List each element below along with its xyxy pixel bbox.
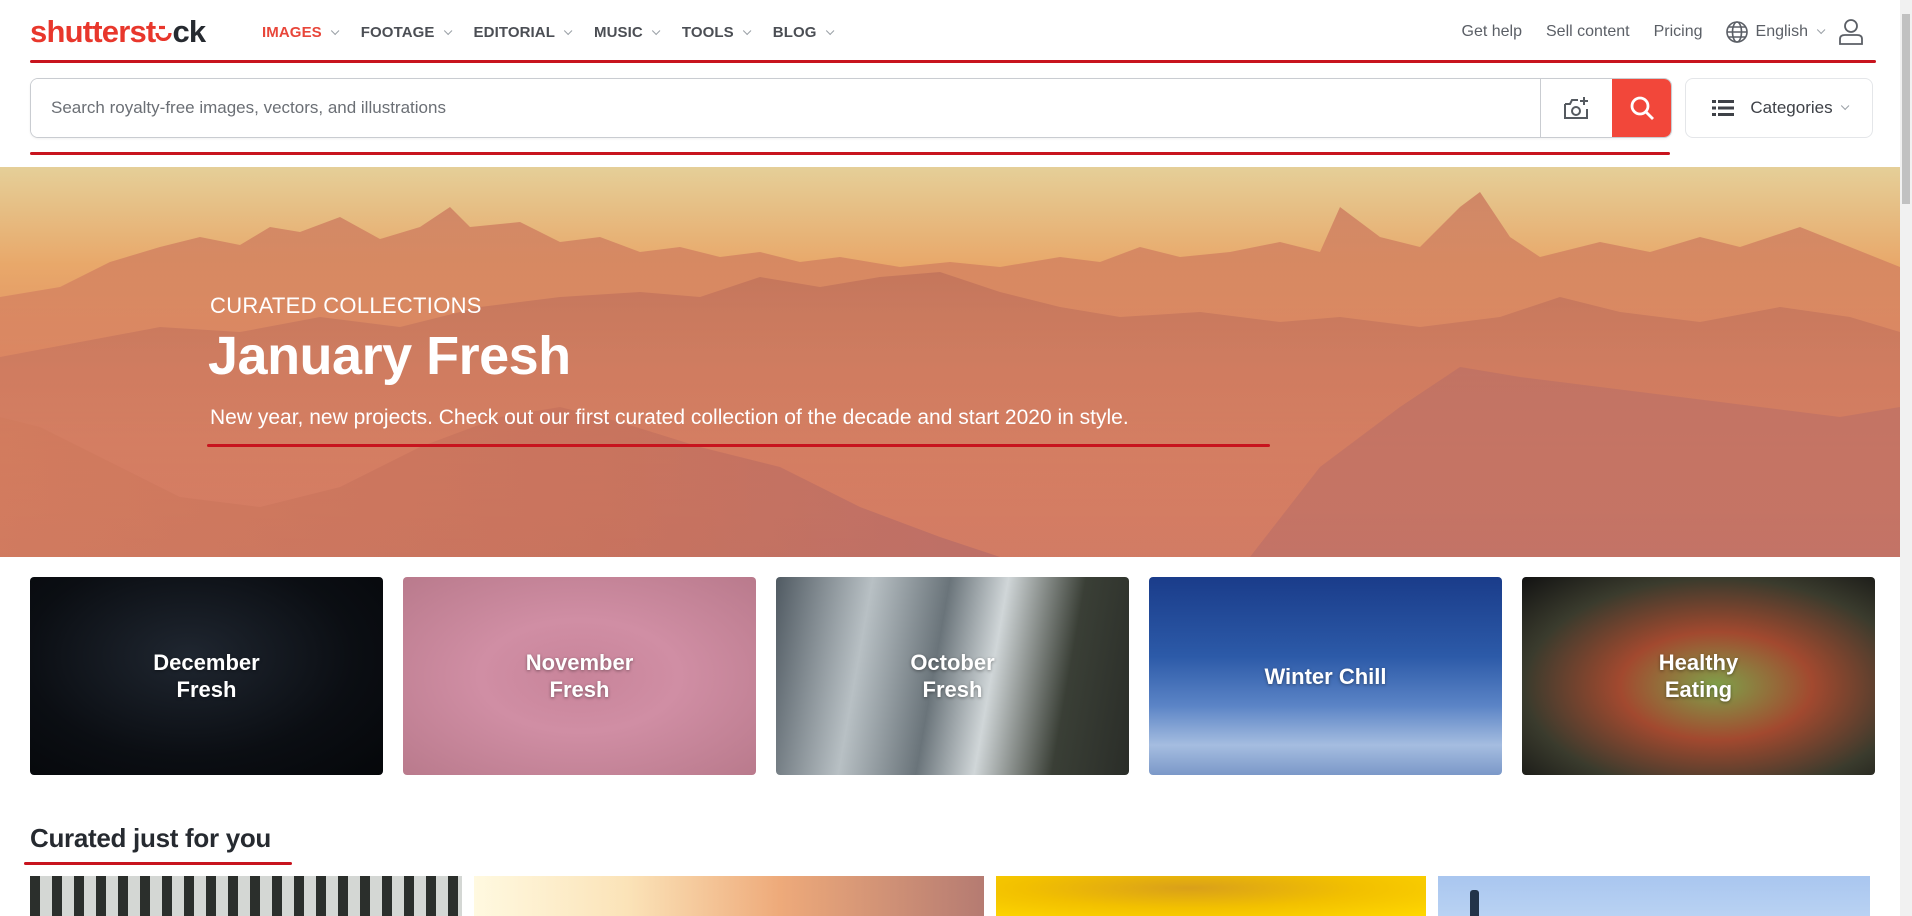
- nav-music-label: MUSIC: [594, 24, 643, 41]
- get-help-link[interactable]: Get help: [1462, 23, 1522, 41]
- chevron-down-icon: [1840, 101, 1849, 111]
- nav-images[interactable]: IMAGES: [262, 24, 340, 41]
- nav-footage[interactable]: FOOTAGE: [360, 24, 452, 41]
- chevron-down-icon: [742, 26, 752, 35]
- curated-thumbnails: [30, 876, 1870, 916]
- search-input[interactable]: [31, 79, 1540, 137]
- collection-card-december-fresh[interactable]: December Fresh: [30, 577, 383, 775]
- list-icon: [1712, 100, 1735, 116]
- image-search-button[interactable]: [1540, 79, 1612, 137]
- logo-text-part1: shutterst: [30, 14, 156, 49]
- collection-card-label: December Fresh: [153, 650, 260, 702]
- nav-blog[interactable]: BLOG: [772, 24, 834, 41]
- collection-card-october-fresh[interactable]: October Fresh: [776, 577, 1129, 775]
- curated-thumbnail[interactable]: [1438, 876, 1870, 916]
- highlight-underline: [30, 60, 1876, 63]
- hero-description: New year, new projects. Check out our fi…: [210, 406, 1129, 429]
- scrollbar-thumb[interactable]: [1902, 14, 1910, 204]
- curated-thumbnail[interactable]: [30, 876, 462, 916]
- nav-images-label: IMAGES: [262, 24, 322, 41]
- nav-blog-label: BLOG: [772, 24, 817, 41]
- language-selector[interactable]: English: [1725, 20, 1826, 44]
- chevron-down-icon: [1816, 25, 1826, 35]
- collection-card-label: Winter Chill: [1264, 663, 1387, 689]
- sell-content-link[interactable]: Sell content: [1546, 23, 1630, 41]
- collection-cards: December Fresh November Fresh October Fr…: [30, 577, 1875, 775]
- search-submit-button[interactable]: [1612, 79, 1671, 137]
- camera-plus-icon: [1563, 97, 1588, 119]
- nav-editorial[interactable]: EDITORIAL: [473, 24, 573, 41]
- hero-banner[interactable]: CURATED COLLECTIONS January Fresh New ye…: [0, 167, 1900, 557]
- curated-thumbnail[interactable]: [474, 876, 984, 916]
- collection-card-healthy-eating[interactable]: Healthy Eating: [1522, 577, 1875, 775]
- nav-music[interactable]: MUSIC: [594, 24, 661, 41]
- collection-card-label: October Fresh: [910, 650, 995, 702]
- collection-card-label: November Fresh: [525, 650, 634, 702]
- top-navigation: shutterst ck IMAGES FOOTAGE EDITORIAL MUS…: [0, 0, 1900, 62]
- chevron-down-icon: [651, 26, 661, 35]
- hero-title[interactable]: January Fresh: [208, 325, 571, 387]
- chevron-down-icon: [563, 26, 573, 35]
- language-label: English: [1755, 23, 1808, 40]
- search-bar: [30, 78, 1672, 138]
- chevron-down-icon: [825, 26, 834, 35]
- shutterstock-logo[interactable]: shutterst ck: [30, 13, 206, 50]
- highlight-underline: [24, 862, 292, 865]
- highlight-underline: [30, 152, 1670, 155]
- search-icon: [1630, 96, 1654, 120]
- curated-thumbnail[interactable]: [996, 876, 1426, 916]
- logo-text-part3: ck: [172, 14, 206, 49]
- chevron-down-icon: [330, 26, 340, 35]
- collection-card-november-fresh[interactable]: November Fresh: [403, 577, 756, 775]
- curated-section-title: Curated just for you: [30, 823, 272, 853]
- user-icon[interactable]: [1838, 18, 1864, 46]
- categories-label: Categories: [1750, 98, 1833, 117]
- highlight-underline: [207, 444, 1270, 447]
- main-nav: IMAGES FOOTAGE EDITORIAL MUSIC TOOLS BLO…: [262, 24, 856, 41]
- collection-card-label: Healthy Eating: [1658, 650, 1739, 702]
- logo-aperture: [155, 13, 173, 42]
- page-scrollbar[interactable]: [1900, 0, 1912, 916]
- nav-footage-label: FOOTAGE: [360, 24, 435, 41]
- hero-kicker: CURATED COLLECTIONS: [210, 293, 482, 318]
- globe-icon: [1725, 21, 1748, 43]
- nav-editorial-label: EDITORIAL: [473, 24, 556, 41]
- utility-nav: Get help Sell content Pricing English: [1438, 18, 1864, 46]
- nav-tools[interactable]: TOOLS: [681, 24, 752, 41]
- categories-button[interactable]: Categories: [1685, 78, 1873, 138]
- pricing-link[interactable]: Pricing: [1654, 23, 1703, 41]
- collection-card-winter-chill[interactable]: Winter Chill: [1149, 577, 1502, 775]
- chevron-down-icon: [443, 26, 452, 35]
- nav-tools-label: TOOLS: [681, 24, 734, 41]
